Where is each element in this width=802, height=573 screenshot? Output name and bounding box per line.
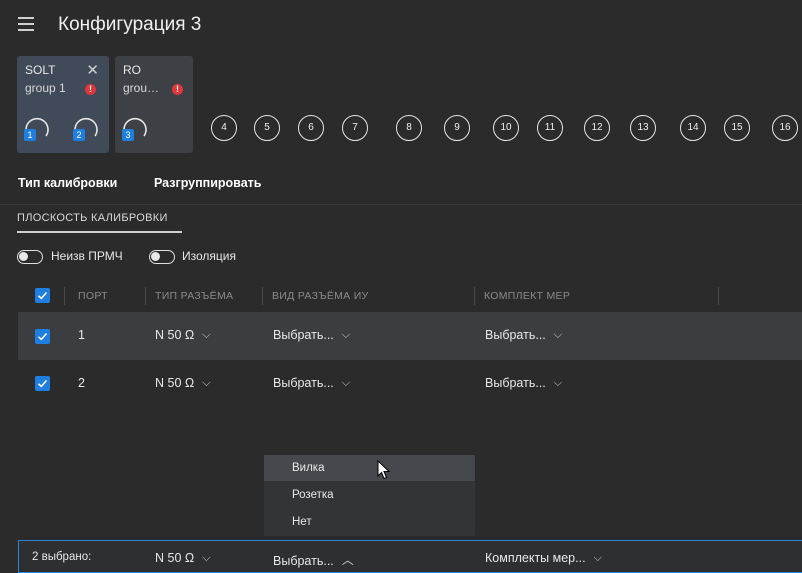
connector-type-dropdown[interactable]: N 50 Ω ⌵	[155, 376, 211, 390]
port-number: 2	[78, 376, 85, 390]
port-badge: 1	[24, 129, 36, 141]
chevron-down-icon: ⌵	[202, 552, 211, 564]
port-8-button[interactable]: 8	[396, 115, 422, 141]
chevron-down-icon: ⌵	[202, 377, 211, 389]
selected-count: 2 выбрано:	[32, 551, 92, 563]
isolation-toggle[interactable]	[149, 250, 175, 264]
port-12-button[interactable]: 12	[584, 115, 610, 141]
menu-item-female[interactable]: Розетка	[264, 482, 475, 508]
chevron-down-icon: ⌵	[202, 329, 211, 341]
port-badge: 3	[122, 129, 134, 141]
port-badge: 2	[73, 129, 85, 141]
chevron-down-icon: ⌵	[341, 377, 351, 389]
divider	[0, 204, 802, 205]
port-11-button[interactable]: 11	[537, 115, 563, 141]
bulk-edit-bar: 2 выбрано: N 50 Ω ⌵ Выбрать... ︿ Комплекты…	[18, 540, 802, 573]
port-7-button[interactable]: 7	[342, 115, 368, 141]
group-name: group 1	[25, 81, 66, 95]
chevron-up-icon: ︿	[341, 553, 354, 567]
chevron-down-icon: ⌵	[553, 329, 563, 341]
connector-type-dropdown[interactable]: N 50 Ω ⌵	[155, 328, 211, 342]
bulk-connector-type-dropdown[interactable]: N 50 Ω ⌵	[155, 551, 211, 565]
port-4-button[interactable]: 4	[211, 115, 237, 141]
group-type: SOLT	[25, 63, 56, 77]
close-icon[interactable]: ✕	[86, 61, 99, 79]
calibration-type-button[interactable]: Тип калибровки	[18, 176, 117, 190]
group-type: RO	[123, 63, 141, 77]
isolation-label: Изоляция	[182, 249, 236, 263]
error-icon: !	[85, 84, 96, 95]
cal-kit-dropdown[interactable]: Выбрать... ⌵	[485, 376, 562, 390]
tab-calibration-plane[interactable]: ПЛОСКОСТЬ КАЛИБРОВКИ	[17, 212, 168, 224]
unknown-thru-label: Неизв ПРМЧ	[51, 249, 123, 263]
column-connector-type: ТИП РАЗЪЁМА	[155, 290, 234, 302]
menu-item-none[interactable]: Нет	[264, 509, 475, 535]
bulk-cal-kit-dropdown[interactable]: Комплекты мер... ⌵	[485, 551, 602, 565]
chevron-down-icon: ⌵	[593, 552, 602, 564]
bulk-connector-gender-dropdown[interactable]: Выбрать... ︿	[273, 551, 354, 568]
gender-dropdown-menu: Вилка Розетка Нет	[264, 455, 475, 536]
menu-icon[interactable]	[18, 17, 34, 31]
column-port: ПОРТ	[78, 290, 108, 302]
connector-gender-dropdown[interactable]: Выбрать... ⌵	[273, 328, 350, 342]
mouse-cursor-icon	[377, 460, 391, 480]
column-dut-connector-gender: ВИД РАЗЪЁМА ИУ	[272, 290, 369, 302]
column-cal-kit: КОМПЛЕКТ МЕР	[484, 290, 571, 302]
unknown-thru-toggle[interactable]	[17, 250, 43, 264]
ungroup-button[interactable]: Разгруппировать	[154, 176, 261, 190]
table-row: 1 N 50 Ω ⌵ Выбрать... ⌵ Выбрать... ⌵	[18, 312, 802, 360]
menu-item-male[interactable]: Вилка	[264, 455, 475, 481]
port-14-button[interactable]: 14	[680, 115, 706, 141]
port-15-button[interactable]: 15	[724, 115, 750, 141]
port-number: 1	[78, 328, 85, 342]
error-icon: !	[172, 84, 183, 95]
port-6-button[interactable]: 6	[298, 115, 324, 141]
row-checkbox[interactable]	[35, 329, 50, 344]
port-13-button[interactable]: 13	[630, 115, 656, 141]
chevron-down-icon: ⌵	[553, 377, 563, 389]
select-all-checkbox[interactable]	[35, 288, 50, 303]
title-bar: Конфигурация 3	[0, 0, 802, 52]
table-header: ПОРТ ТИП РАЗЪЁМА ВИД РАЗЪЁМА ИУ КОМПЛЕКТ…	[0, 284, 802, 308]
active-tab-indicator	[17, 231, 182, 233]
row-checkbox[interactable]	[35, 376, 50, 391]
group-name: grou…	[123, 81, 160, 95]
connector-gender-dropdown[interactable]: Выбрать... ⌵	[273, 376, 350, 390]
chevron-down-icon: ⌵	[341, 329, 351, 341]
table-row: 2 N 50 Ω ⌵ Выбрать... ⌵ Выбрать... ⌵	[18, 360, 802, 408]
port-16-button[interactable]: 16	[772, 115, 798, 141]
port-9-button[interactable]: 9	[444, 115, 470, 141]
port-10-button[interactable]: 10	[493, 115, 519, 141]
port-5-button[interactable]: 5	[254, 115, 280, 141]
cal-kit-dropdown[interactable]: Выбрать... ⌵	[485, 328, 562, 342]
window-title: Конфигурация 3	[58, 14, 202, 35]
